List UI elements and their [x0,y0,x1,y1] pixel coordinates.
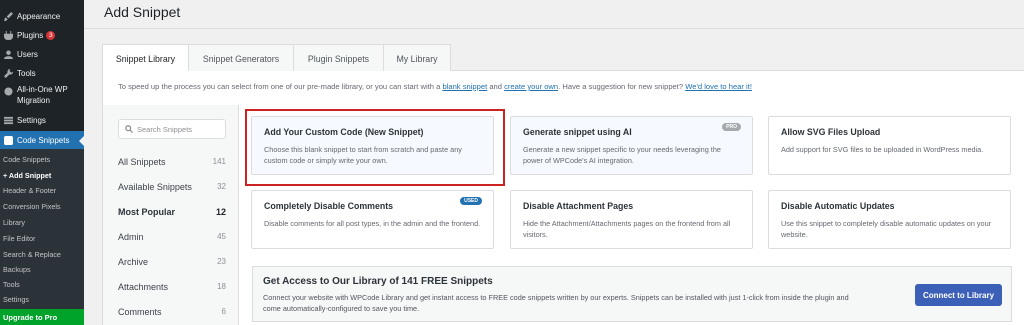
search-input[interactable]: Search Snippets [118,119,226,139]
menu-item-all-in-one-wp-migration[interactable]: All-in-One WP Migration [0,84,84,108]
menu-item-code-snippets[interactable]: Code Snippets [0,131,84,149]
menu-label: Code Snippets [17,135,70,145]
tab-snippet-library[interactable]: Snippet Library [102,44,189,72]
tab-snippet-generators[interactable]: Snippet Generators [188,44,294,72]
paintbrush-icon [3,11,13,21]
submenu-conversion-pixels[interactable]: Conversion Pixels [3,202,61,211]
snippet-description: Disable comments for all post types, in … [264,219,481,228]
menu-label: Appearance [17,11,61,21]
submenu-code-snippets[interactable]: Code Snippets [3,155,50,164]
connect-to-library-button[interactable]: Connect to Library [915,284,1002,306]
category-most-popular[interactable]: Most Popular 12 [118,207,226,217]
menu-item-appearance[interactable]: Appearance [0,9,84,23]
snippet-title: Allow SVG Files Upload [781,127,881,137]
header-divider [84,28,1024,29]
category-archive[interactable]: Archive 23 [118,257,226,267]
tab-bar: Snippet Library Snippet Generators Plugi… [102,41,1024,72]
pro-badge: PRO [722,123,741,131]
create-your-own-link[interactable]: create your own [504,82,558,91]
submenu-backups[interactable]: Backups [3,265,31,274]
settings-icon [3,115,13,125]
menu-label: Plugins [17,30,44,40]
submenu-header-footer[interactable]: Header & Footer [3,186,56,195]
snippet-card-allow-svg[interactable]: Allow SVG Files Upload Add support for S… [768,116,1011,175]
intro-text: To speed up the process you can select f… [118,82,752,91]
suggestion-link[interactable]: We'd love to hear it! [685,82,752,91]
category-comments[interactable]: Comments 6 [118,307,226,317]
update-count-badge: 3 [46,30,56,40]
submenu-library[interactable]: Library [3,218,25,227]
highlight-annotation-box [245,109,505,186]
submenu-settings[interactable]: Settings [3,295,29,304]
library-banner: Get Access to Our Library of 141 FREE Sn… [252,266,1012,322]
menu-label: Settings [17,115,46,125]
used-badge: USED [460,197,482,205]
code-snippets-submenu: Code Snippets + Add Snippet Header & Foo… [0,149,84,309]
menu-label-line2: Migration [17,96,50,105]
snippet-title: Disable Attachment Pages [523,201,634,211]
plugin-icon [3,30,13,40]
snippet-description: Hide the Attachment/Attachments pages on… [523,219,731,239]
code-icon [3,135,13,145]
snippet-description: Generate a new snippet specific to your … [523,145,721,165]
submenu-search-replace[interactable]: Search & Replace [3,250,61,259]
search-icon [125,125,133,133]
menu-item-tools[interactable]: Tools [0,66,84,80]
blank-snippet-link[interactable]: blank snippet [442,82,487,91]
upgrade-to-pro-link[interactable]: Upgrade to Pro [0,309,84,325]
menu-item-users[interactable]: Users [0,47,84,61]
category-available-snippets[interactable]: Available Snippets 32 [118,182,226,192]
submenu-add-snippet[interactable]: + Add Snippet [3,171,51,180]
banner-title: Get Access to Our Library of 141 FREE Sn… [263,276,493,287]
migration-icon [3,86,13,96]
snippet-card-disable-auto-updates[interactable]: Disable Automatic Updates Use this snipp… [768,190,1011,249]
menu-item-settings[interactable]: Settings [0,113,84,127]
tab-plugin-snippets[interactable]: Plugin Snippets [293,44,384,72]
category-all-snippets[interactable]: All Snippets 141 [118,157,226,167]
submenu-file-editor[interactable]: File Editor [3,234,35,243]
snippet-card-disable-comments[interactable]: USED Completely Disable Comments Disable… [251,190,494,249]
menu-label: Users [17,49,38,59]
banner-text: Connect your website with WPCode Library… [263,293,849,313]
submenu-tools[interactable]: Tools [3,280,20,289]
snippet-description: Add support for SVG files to be uploaded… [781,145,984,154]
snippet-card-disable-attachment-pages[interactable]: Disable Attachment Pages Hide the Attach… [510,190,753,249]
admin-sidebar: Appearance Plugins 3 Users Tools All-in-… [0,0,84,325]
snippet-title: Completely Disable Comments [264,201,394,211]
menu-label: Tools [17,68,36,78]
wrench-icon [3,68,13,78]
snippet-description: Use this snippet to completely disable a… [781,219,992,239]
users-icon [3,49,13,59]
search-placeholder: Search Snippets [137,124,193,134]
category-filter: Search Snippets All Snippets 141 Availabl… [103,105,239,325]
snippet-card-generate-ai[interactable]: PRO Generate snippet using AI Generate a… [510,116,753,175]
menu-item-plugins[interactable]: Plugins 3 [0,28,84,42]
page-title: Add Snippet [104,4,181,20]
tab-my-library[interactable]: My Library [383,44,451,72]
snippet-title: Generate snippet using AI [523,127,632,137]
snippet-title: Disable Automatic Updates [781,201,895,211]
category-admin[interactable]: Admin 45 [118,232,226,242]
category-attachments[interactable]: Attachments 18 [118,282,226,292]
menu-label: All-in-One WP [17,85,68,94]
